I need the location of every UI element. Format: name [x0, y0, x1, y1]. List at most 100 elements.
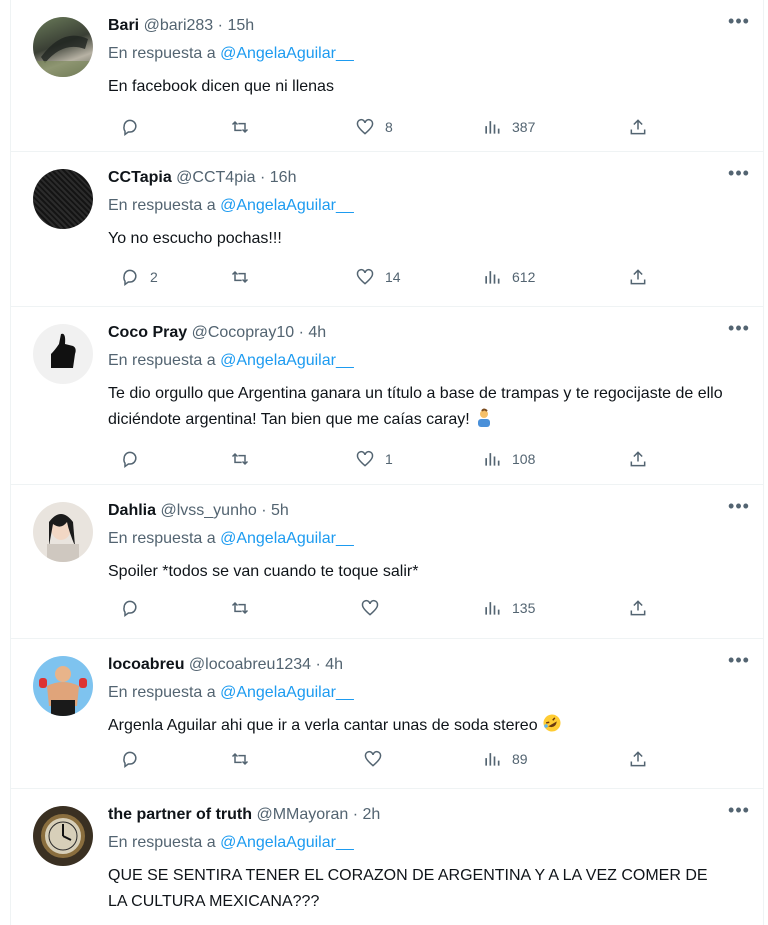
heart-icon [364, 750, 382, 767]
reply-context: En respuesta a @AngelaAguilar__ [108, 684, 354, 702]
reply-context: En respuesta a @AngelaAguilar__ [108, 45, 354, 63]
like-count: 8 [385, 119, 393, 135]
more-options-icon[interactable]: ••• [727, 12, 751, 34]
display-name[interactable]: Coco Pray [108, 324, 187, 341]
views-button[interactable]: 108 [482, 447, 535, 471]
tweet[interactable]: locoabreu @locoabreu1234 · 4h ••• En res… [11, 639, 763, 789]
retweet-button[interactable] [230, 447, 260, 471]
mention-link[interactable]: @AngelaAguilar__ [220, 45, 354, 62]
tweet-text: En facebook dicen que ni llenas [108, 78, 334, 95]
retweet-button[interactable] [230, 596, 260, 620]
mention-link[interactable]: @AngelaAguilar__ [220, 834, 354, 851]
user-handle[interactable]: @locoabreu1234 [189, 656, 311, 673]
views-button[interactable]: 387 [482, 115, 535, 139]
tweet[interactable]: Dahlia @lvss_yunho · 5h ••• En respuesta… [11, 485, 763, 639]
like-count: 1 [385, 451, 393, 467]
mention-link[interactable]: @AngelaAguilar__ [220, 684, 354, 701]
user-handle[interactable]: @Cocopray10 [192, 324, 295, 341]
avatar[interactable] [33, 656, 93, 716]
avatar[interactable] [33, 806, 93, 866]
reply-context: En respuesta a @AngelaAguilar__ [108, 352, 354, 370]
views-button[interactable]: 89 [482, 747, 528, 771]
tweet-header: Bari @bari283 · 15h [108, 17, 254, 35]
retweet-icon [231, 452, 249, 466]
tweet-header: Dahlia @lvss_yunho · 5h [108, 502, 289, 520]
more-options-icon[interactable]: ••• [727, 651, 751, 673]
user-handle[interactable]: @lvss_yunho [160, 502, 256, 519]
reply-button[interactable] [120, 447, 150, 471]
mention-link[interactable]: @AngelaAguilar__ [220, 352, 354, 369]
share-button[interactable] [628, 596, 648, 620]
retweet-button[interactable] [230, 747, 260, 771]
display-name[interactable]: Dahlia [108, 502, 156, 519]
retweet-button[interactable] [230, 115, 260, 139]
like-button[interactable] [360, 596, 390, 620]
retweet-icon [231, 270, 249, 284]
like-button[interactable]: 14 [355, 265, 401, 289]
share-button[interactable] [628, 265, 648, 289]
display-name[interactable]: Bari [108, 17, 139, 34]
timestamp[interactable]: 2h [363, 806, 381, 823]
avatar[interactable] [33, 17, 93, 77]
timestamp[interactable]: 4h [308, 324, 326, 341]
separator-dot: · [260, 169, 266, 186]
separator-dot: · [352, 806, 359, 823]
reply-button[interactable] [120, 596, 150, 620]
tweet-text: Argenla Aguilar ahi que ir a verla canta… [108, 713, 728, 739]
share-icon [630, 600, 646, 616]
views-button[interactable]: 612 [482, 265, 535, 289]
share-button[interactable] [628, 747, 648, 771]
tweet[interactable]: the partner of truth @MMayoran · 2h ••• … [11, 789, 763, 925]
views-chart-icon [485, 753, 500, 766]
tweet[interactable]: Coco Pray @Cocopray10 · 4h ••• En respue… [11, 307, 763, 485]
heart-icon [356, 118, 374, 135]
timestamp[interactable]: 5h [271, 502, 289, 519]
display-name[interactable]: CCTapia [108, 169, 172, 186]
views-count: 135 [512, 600, 536, 616]
mention-link[interactable]: @AngelaAguilar__ [220, 197, 354, 214]
share-icon [630, 119, 646, 135]
reply-button[interactable]: 2 [120, 265, 158, 289]
reply-icon [123, 269, 137, 286]
share-icon [630, 269, 646, 285]
avatar[interactable] [33, 169, 93, 229]
reply-button[interactable] [120, 115, 150, 139]
display-name[interactable]: the partner of truth [108, 806, 252, 823]
heart-icon [356, 450, 374, 467]
share-button[interactable] [628, 447, 648, 471]
user-handle[interactable]: @CCT4pia [176, 169, 255, 186]
like-button[interactable] [363, 747, 393, 771]
retweet-button[interactable] [230, 265, 260, 289]
views-chart-icon [485, 271, 500, 284]
avatar[interactable] [33, 502, 93, 562]
reply-count: 2 [150, 269, 158, 285]
heart-icon [356, 268, 374, 285]
avatar[interactable] [33, 324, 93, 384]
views-button[interactable]: 135 [482, 596, 535, 620]
tweet[interactable]: CCTapia @CCT4pia · 16h ••• En respuesta … [11, 152, 763, 307]
views-chart-icon [485, 453, 500, 466]
rolling-on-floor-laughing-emoji-icon [543, 714, 561, 732]
share-button[interactable] [628, 115, 648, 139]
reply-prefix: En respuesta a [108, 45, 216, 62]
more-options-icon[interactable]: ••• [727, 497, 751, 519]
timestamp[interactable]: 15h [227, 17, 254, 34]
timestamp[interactable]: 16h [270, 169, 297, 186]
timestamp[interactable]: 4h [325, 656, 343, 673]
more-options-icon[interactable]: ••• [727, 319, 751, 341]
like-button[interactable]: 8 [355, 115, 393, 139]
reply-button[interactable] [120, 747, 150, 771]
views-count: 89 [512, 751, 528, 767]
user-handle[interactable]: @MMayoran [256, 806, 348, 823]
reply-icon [123, 751, 137, 768]
user-handle[interactable]: @bari283 [144, 17, 214, 34]
like-button[interactable]: 1 [355, 447, 393, 471]
views-count: 387 [512, 119, 536, 135]
more-options-icon[interactable]: ••• [727, 801, 751, 823]
display-name[interactable]: locoabreu [108, 656, 184, 673]
tweet[interactable]: Bari @bari283 · 15h ••• En respuesta a @… [11, 0, 763, 152]
more-options-icon[interactable]: ••• [727, 164, 751, 186]
action-bar: 89 [108, 747, 668, 771]
reply-icon [123, 451, 137, 468]
mention-link[interactable]: @AngelaAguilar__ [220, 530, 354, 547]
